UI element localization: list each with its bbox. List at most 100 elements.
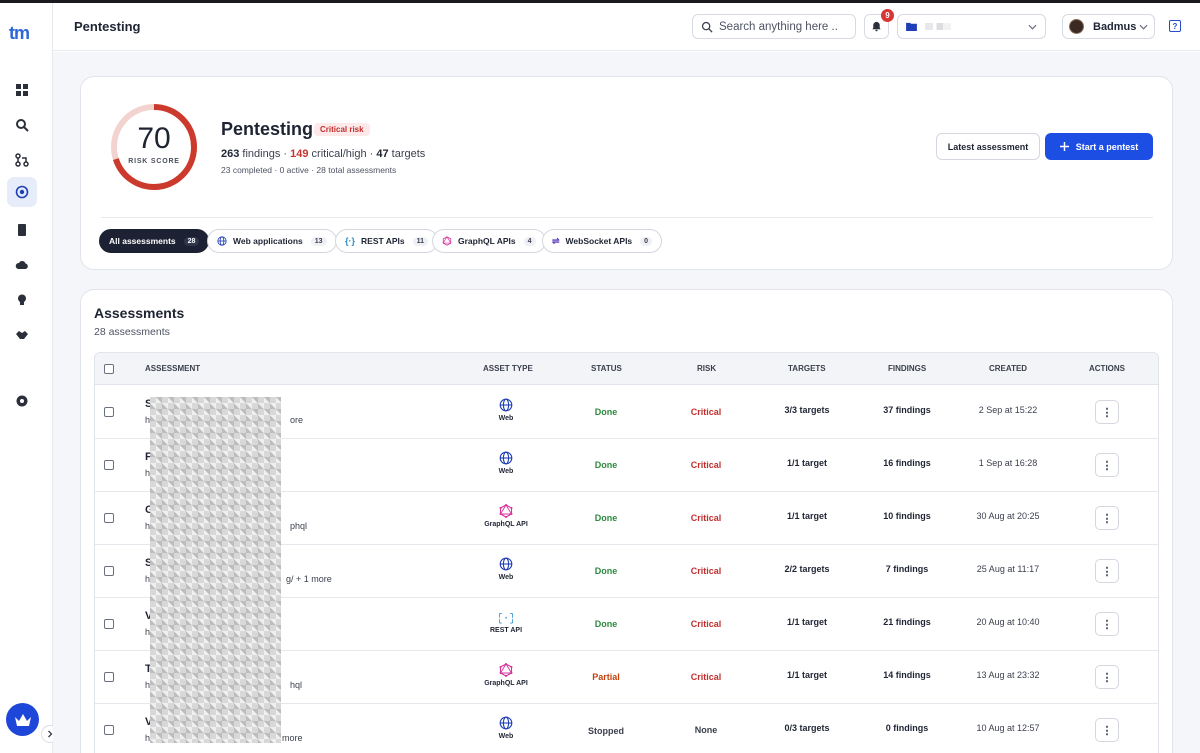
filter-label: All assessments	[109, 236, 176, 246]
column-targets[interactable]: Targets	[788, 364, 826, 373]
row-actions-button[interactable]: ⋮	[1095, 559, 1119, 583]
handshake-icon[interactable]	[7, 320, 37, 350]
dashboard-icon[interactable]	[7, 75, 37, 105]
asset-type-label: REST API	[489, 627, 523, 634]
status-text: Done	[594, 407, 618, 417]
notification-badge: 9	[881, 9, 894, 22]
filter-label: WebSocket APIs	[565, 236, 633, 246]
assessments-count: 28 assessments	[94, 326, 170, 338]
svg-text:{·}: {·}	[499, 613, 513, 624]
sidebar: tm	[0, 3, 59, 753]
search-box[interactable]	[692, 14, 856, 39]
git-pull-request-icon[interactable]	[7, 145, 37, 175]
findings-text: 10 findings	[883, 511, 931, 521]
filter-rest-apis[interactable]: {·} REST APIs 11	[335, 229, 439, 253]
column-created[interactable]: Created	[989, 364, 1027, 373]
asset-type-label: Web	[498, 415, 514, 422]
target-icon[interactable]	[7, 177, 37, 207]
filter-count: 11	[412, 236, 429, 246]
summary-subline: 23 completed · 0 active · 28 total asses…	[221, 165, 397, 175]
url-tail: g/ + 1 more	[286, 574, 332, 584]
table-header: Assessment Asset type Status Risk Target…	[95, 353, 1158, 385]
globe-icon	[217, 236, 227, 246]
column-findings[interactable]: Findings	[888, 364, 926, 373]
row-checkbox[interactable]	[104, 566, 114, 576]
targets-text: 1/1 target	[786, 458, 828, 468]
workspace-selector[interactable]	[897, 14, 1046, 39]
created-text: 10 Aug at 12:57	[976, 723, 1040, 733]
status-text: Done	[594, 513, 618, 523]
findings-count: 263	[221, 148, 240, 160]
asset-type: {·} REST API	[480, 610, 532, 634]
findings-text: 37 findings	[883, 405, 931, 415]
row-checkbox[interactable]	[104, 619, 114, 629]
column-assessment[interactable]: Assessment	[145, 364, 200, 373]
redacted-region	[150, 397, 281, 743]
row-actions-button[interactable]: ⋮	[1095, 506, 1119, 530]
risk-text: None	[694, 725, 718, 735]
filter-count: 4	[523, 236, 536, 246]
row-actions-button[interactable]: ⋮	[1095, 400, 1119, 424]
row-actions-button[interactable]: ⋮	[1095, 453, 1119, 477]
more-vertical-icon: ⋮	[1101, 512, 1113, 525]
row-checkbox[interactable]	[104, 725, 114, 735]
chevron-down-icon	[1139, 24, 1148, 30]
filter-all-assessments[interactable]: All assessments 28	[99, 229, 210, 253]
asset-type: GraphQL API	[480, 663, 532, 687]
select-all-checkbox[interactable]	[104, 364, 114, 374]
help-icon[interactable]: ?	[1169, 20, 1181, 32]
row-checkbox[interactable]	[104, 513, 114, 523]
row-checkbox[interactable]	[104, 407, 114, 417]
targets-text: 2/2 targets	[784, 564, 830, 574]
filter-graphql-apis[interactable]: GraphQL APIs 4	[432, 229, 546, 253]
more-vertical-icon: ⋮	[1101, 724, 1113, 737]
divider	[101, 217, 1153, 218]
asset-type-label: Web	[498, 468, 514, 475]
crown-icon[interactable]	[6, 703, 39, 736]
filter-label: REST APIs	[361, 236, 405, 246]
lightbulb-icon[interactable]	[7, 285, 37, 315]
risk-text: Critical	[690, 672, 722, 682]
risk-text: Critical	[690, 407, 722, 417]
targets-label: targets	[391, 148, 426, 160]
app-logo[interactable]: tm	[9, 23, 39, 43]
summary-stats: 263 findings · 149 critical/high · 47 ta…	[221, 148, 426, 160]
row-actions-button[interactable]: ⋮	[1095, 612, 1119, 636]
filter-web-applications[interactable]: Web applications 13	[207, 229, 337, 253]
more-vertical-icon: ⋮	[1101, 618, 1113, 631]
column-asset-type[interactable]: Asset type	[483, 364, 533, 373]
asset-type: Web	[480, 557, 532, 581]
row-actions-button[interactable]: ⋮	[1095, 665, 1119, 689]
created-text: 30 Aug at 20:25	[976, 511, 1040, 521]
user-menu[interactable]: Badmus	[1062, 14, 1155, 39]
start-pentest-button[interactable]: Start a pentest	[1045, 133, 1153, 160]
filter-websocket-apis[interactable]: ⇌ WebSocket APIs 0	[542, 229, 663, 253]
row-checkbox[interactable]	[104, 460, 114, 470]
row-checkbox[interactable]	[104, 672, 114, 682]
column-risk[interactable]: Risk	[697, 364, 716, 373]
filter-label: GraphQL APIs	[458, 236, 516, 246]
url-tail: more	[282, 733, 303, 743]
search-icon[interactable]	[7, 110, 37, 140]
more-vertical-icon: ⋮	[1101, 565, 1113, 578]
settings-icon[interactable]	[7, 386, 37, 416]
plus-icon	[1059, 142, 1069, 151]
more-vertical-icon: ⋮	[1101, 671, 1113, 684]
row-actions-button[interactable]: ⋮	[1095, 718, 1119, 742]
bell-icon	[872, 21, 881, 32]
column-status[interactable]: Status	[591, 364, 622, 373]
findings-text: 0 findings	[885, 723, 929, 733]
cloud-icon[interactable]	[7, 250, 37, 280]
notifications-button[interactable]: 9	[864, 9, 894, 39]
more-vertical-icon: ⋮	[1101, 406, 1113, 419]
avatar	[1069, 19, 1084, 34]
latest-assessment-button[interactable]: Latest assessment	[936, 133, 1040, 160]
clipboard-icon[interactable]	[7, 215, 37, 245]
search-input[interactable]	[719, 20, 839, 33]
risk-badge: Critical risk	[314, 123, 370, 136]
status-text: Done	[594, 566, 618, 576]
asset-type-label: GraphQL API	[484, 680, 528, 687]
created-text: 25 Aug at 11:17	[976, 564, 1040, 574]
findings-text: 21 findings	[883, 617, 931, 627]
asset-type-label: Web	[498, 574, 514, 581]
